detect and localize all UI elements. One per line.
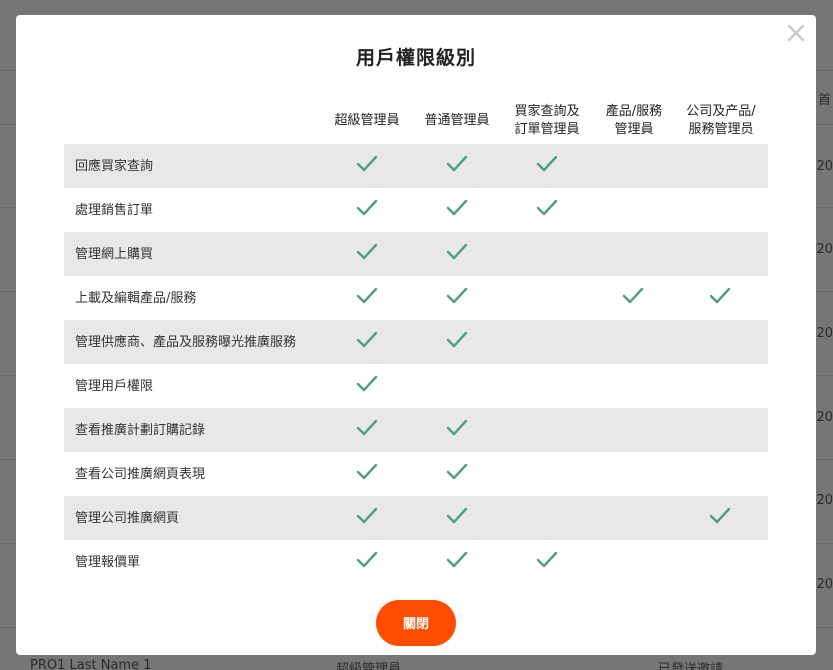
check-icon xyxy=(536,154,558,174)
background-cell: 20 xyxy=(816,159,833,174)
check-icon xyxy=(446,462,468,482)
dialog-title: 用戶權限級別 xyxy=(355,47,476,69)
column-header-inquiry-order-admin: 買家查詢及 訂單管理員 xyxy=(514,104,580,137)
permission-label: 回應買家查詢 xyxy=(75,159,154,174)
background-cell: 20 xyxy=(816,242,833,257)
close-button[interactable]: 關閉 xyxy=(376,600,456,646)
permission-row: 查看推廣計劃訂購記錄 xyxy=(64,408,768,452)
check-icon xyxy=(356,506,378,526)
permission-row: 管理供應商、產品及服務曝光推廣服務 xyxy=(64,320,768,364)
background-cell: 20 xyxy=(816,410,833,425)
background-user-role: 超級管理員 xyxy=(336,662,402,670)
permission-label: 管理網上購買 xyxy=(75,247,154,262)
permission-row: 管理網上購買 xyxy=(64,232,768,276)
column-header-super-admin: 超級管理員 xyxy=(334,113,400,128)
permission-label: 查看推廣計劃訂購記錄 xyxy=(75,423,206,438)
check-icon xyxy=(356,242,378,262)
check-icon xyxy=(446,506,468,526)
permission-row: 管理用戶權限 xyxy=(64,364,768,408)
permission-row: 處理銷售訂單 xyxy=(64,188,768,232)
permission-row: 管理報價單 xyxy=(64,540,768,584)
check-icon xyxy=(446,418,468,438)
check-icon xyxy=(356,550,378,570)
check-icon xyxy=(356,198,378,218)
check-icon xyxy=(356,374,378,394)
close-icon[interactable] xyxy=(784,21,808,45)
check-icon xyxy=(622,286,644,306)
permission-row: 回應買家查詢 xyxy=(64,144,768,188)
permission-table: 回應買家查詢 處理銷售訂單 管理網上購買上載及編輯產品/服務管理供應商、產品及服務曝… xyxy=(64,144,768,584)
column-header-company-product-admin: 公司及产品/ 服務管理员 xyxy=(686,104,756,137)
check-icon xyxy=(356,462,378,482)
check-icon xyxy=(446,550,468,570)
permission-row: 管理公司推廣網頁 xyxy=(64,496,768,540)
permission-row: 上載及編輯產品/服務 xyxy=(64,276,768,320)
permission-label: 管理公司推廣網頁 xyxy=(75,511,180,526)
check-icon xyxy=(709,286,731,306)
permission-label: 上載及編輯產品/服務 xyxy=(75,291,197,306)
role-column-headers: 超級管理員 普通管理員 買家查詢及 訂單管理員 產品/服務 管理員 公司及产品/… xyxy=(322,99,770,143)
column-header-general-admin: 普通管理員 xyxy=(424,113,490,128)
check-icon xyxy=(446,154,468,174)
permission-label: 管理報價單 xyxy=(75,555,141,570)
check-icon xyxy=(356,418,378,438)
background-column-header: 首 xyxy=(818,93,832,108)
check-icon xyxy=(446,198,468,218)
permission-label: 管理供應商、產品及服務曝光推廣服務 xyxy=(75,335,297,350)
check-icon xyxy=(356,286,378,306)
check-icon xyxy=(709,506,731,526)
check-icon xyxy=(446,286,468,306)
check-icon xyxy=(446,242,468,262)
permission-levels-dialog: 用戶權限級別 超級管理員 普通管理員 買家查詢及 訂單管理員 產品/服務 管理員… xyxy=(16,15,816,655)
check-icon xyxy=(536,198,558,218)
background-cell: 20 xyxy=(816,577,833,592)
permission-label: 查看公司推廣網頁表現 xyxy=(75,467,206,482)
check-icon xyxy=(356,154,378,174)
check-icon xyxy=(356,330,378,350)
background-cell: 20 xyxy=(816,326,833,341)
background-user-name: PRO1 Last Name 1 xyxy=(30,658,152,670)
check-icon xyxy=(446,330,468,350)
column-header-product-service-admin: 產品/服務 管理員 xyxy=(605,104,663,137)
background-cell: 20 xyxy=(816,493,833,508)
background-user-status: 已發送邀請 xyxy=(658,662,724,670)
check-icon xyxy=(536,550,558,570)
permission-row: 查看公司推廣網頁表現 xyxy=(64,452,768,496)
permission-label: 處理銷售訂單 xyxy=(75,203,154,218)
permission-label: 管理用戶權限 xyxy=(75,379,154,394)
